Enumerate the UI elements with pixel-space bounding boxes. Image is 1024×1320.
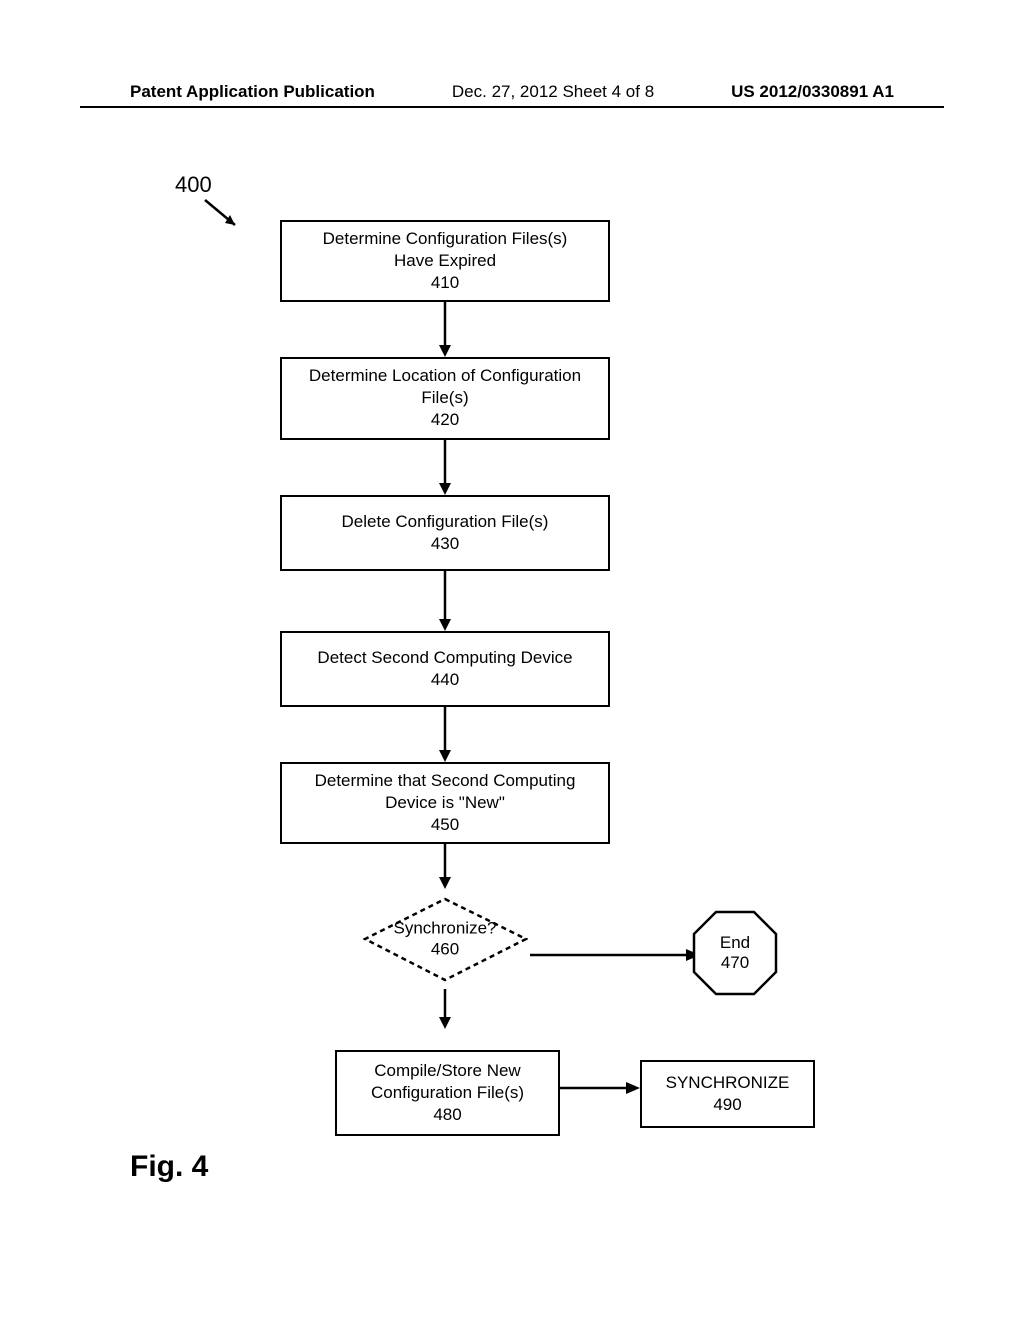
box-420-line2: File(s)	[290, 387, 600, 409]
end-num: 470	[720, 953, 750, 973]
box-450: Determine that Second Computing Device i…	[280, 762, 610, 844]
header-publication: Patent Application Publication	[130, 82, 375, 102]
box-490: SYNCHRONIZE 490	[640, 1060, 815, 1128]
flowchart: Determine Configuration Files(s) Have Ex…	[280, 220, 610, 1029]
box-480-line1: Compile/Store New	[343, 1060, 552, 1082]
arrow-420-430	[280, 440, 610, 495]
box-440-line1: Detect Second Computing Device	[290, 647, 600, 669]
box-410: Determine Configuration Files(s) Have Ex…	[280, 220, 610, 302]
box-450-line1: Determine that Second Computing	[290, 770, 600, 792]
box-410-line2: Have Expired	[290, 250, 600, 272]
box-420-line1: Determine Location of Configuration	[290, 365, 600, 387]
decision-460-num: 460	[375, 939, 515, 959]
figure-label: Fig. 4	[130, 1150, 208, 1184]
arrow-450-460	[280, 844, 610, 889]
header-rule	[80, 106, 944, 108]
arrow-460-470	[530, 945, 700, 970]
arrow-410-420	[280, 302, 610, 357]
pointer-arrow	[200, 195, 250, 250]
arrow-460-480	[280, 989, 610, 1029]
box-450-num: 450	[290, 814, 600, 836]
box-430-line1: Delete Configuration File(s)	[290, 511, 600, 533]
box-440-num: 440	[290, 669, 600, 691]
box-430-num: 430	[290, 533, 600, 555]
box-420: Determine Location of Configuration File…	[280, 357, 610, 439]
arrow-440-450	[280, 707, 610, 762]
decision-460-text: Synchronize?	[375, 919, 515, 939]
box-490-line1: SYNCHRONIZE	[648, 1072, 807, 1094]
end-text: End	[720, 933, 750, 953]
box-440: Detect Second Computing Device 440	[280, 631, 610, 707]
decision-460: Synchronize? 460	[280, 889, 610, 989]
box-410-num: 410	[290, 272, 600, 294]
header-pub-number: US 2012/0330891 A1	[731, 82, 894, 102]
box-430: Delete Configuration File(s) 430	[280, 495, 610, 571]
box-480-num: 480	[343, 1104, 552, 1126]
arrow-480-490	[560, 1078, 640, 1103]
box-490-num: 490	[648, 1094, 807, 1116]
box-420-num: 420	[290, 409, 600, 431]
header-date-sheet: Dec. 27, 2012 Sheet 4 of 8	[452, 82, 654, 102]
terminator-end: End 470	[690, 908, 780, 998]
box-480: Compile/Store New Configuration File(s) …	[335, 1050, 560, 1136]
box-480-line2: Configuration File(s)	[343, 1082, 552, 1104]
box-450-line2: Device is "New"	[290, 792, 600, 814]
box-410-line1: Determine Configuration Files(s)	[290, 228, 600, 250]
arrow-430-440	[280, 571, 610, 631]
